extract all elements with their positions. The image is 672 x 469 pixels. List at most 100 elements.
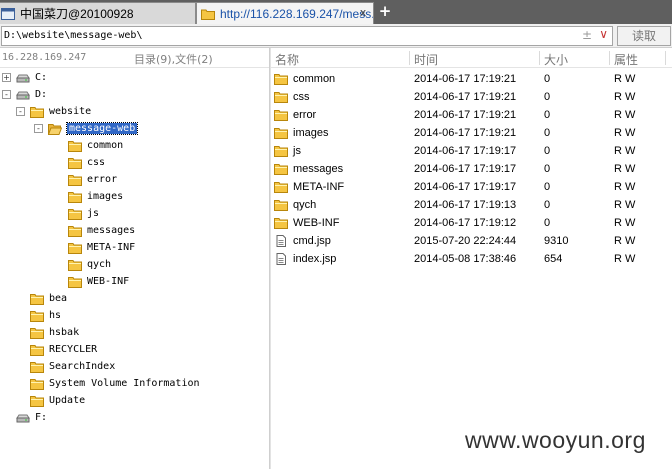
expander-toggle[interactable]: + xyxy=(2,73,11,82)
tree-node[interactable]: System Volume Information xyxy=(16,375,200,392)
folder-open-icon xyxy=(48,123,62,135)
folder-icon xyxy=(274,110,288,121)
file-name: images xyxy=(293,127,329,139)
tree-node[interactable]: META-INF xyxy=(54,239,135,256)
tree-node[interactable]: + C: xyxy=(2,69,47,86)
file-attr: R W xyxy=(614,91,636,103)
tree-node[interactable]: hs xyxy=(16,307,61,324)
folder-icon xyxy=(30,293,44,305)
tree-node[interactable]: qych xyxy=(54,256,111,273)
file-row[interactable]: META-INF 2014-06-17 17:19:17 0 R W xyxy=(271,178,672,196)
host-ip: 16.228.169.247 xyxy=(2,52,87,63)
tree-node-label: D: xyxy=(35,89,48,100)
tree-node-label: images xyxy=(87,191,124,202)
tree-node[interactable]: SearchIndex xyxy=(16,358,115,375)
expander-toggle[interactable]: - xyxy=(2,90,11,99)
file-name: qych xyxy=(293,199,317,211)
tree-node[interactable]: common xyxy=(54,137,123,154)
file-row[interactable]: index.jsp 2014-05-08 17:38:46 654 R W xyxy=(271,250,672,268)
folder-icon xyxy=(30,327,44,339)
folder-icon xyxy=(201,9,215,20)
path-value: D:\website\message-web\ xyxy=(4,30,143,41)
file-attr: R W xyxy=(614,217,636,229)
file-size: 0 xyxy=(544,181,551,193)
tree-node-label: Update xyxy=(49,395,86,406)
file-time: 2014-06-17 17:19:21 xyxy=(414,109,517,121)
window-icon xyxy=(1,7,15,20)
folder-icon xyxy=(274,182,288,193)
tree-node[interactable]: bea xyxy=(16,290,67,307)
folder-icon xyxy=(274,92,288,103)
tree-node[interactable]: images xyxy=(54,188,123,205)
tree-node-label: WEB-INF xyxy=(87,276,130,287)
tree-node[interactable]: Update xyxy=(16,392,85,409)
column-header-time[interactable]: 时间 xyxy=(414,51,438,68)
folder-icon xyxy=(30,310,44,322)
column-header-attr[interactable]: 属性 xyxy=(614,51,638,68)
file-name: messages xyxy=(293,163,344,175)
tab-chopper-home[interactable]: 中国菜刀@20100928 xyxy=(0,2,196,24)
folder-icon xyxy=(68,242,82,254)
file-name: js xyxy=(293,145,301,157)
tree-node[interactable]: F: xyxy=(2,409,47,426)
file-row[interactable]: qych 2014-06-17 17:19:13 0 R W xyxy=(271,196,672,214)
file-time: 2014-06-17 17:19:13 xyxy=(414,199,517,211)
file-size: 654 xyxy=(544,253,563,265)
tree-node[interactable]: hsbak xyxy=(16,324,79,341)
folder-icon xyxy=(274,146,288,157)
file-row[interactable]: messages 2014-06-17 17:19:17 0 R W xyxy=(271,160,672,178)
folder-icon xyxy=(68,225,82,237)
close-icon[interactable]: x xyxy=(357,7,369,19)
file-row[interactable]: js 2014-06-17 17:19:17 0 R W xyxy=(271,142,672,160)
file-size: 0 xyxy=(544,91,551,103)
path-input[interactable]: D:\website\message-web\ ± ∨ xyxy=(1,26,613,46)
folder-icon xyxy=(274,218,288,229)
file-size: 0 xyxy=(544,217,551,229)
tree-node[interactable]: - website xyxy=(16,103,91,120)
file-time: 2014-05-08 17:38:46 xyxy=(414,253,517,265)
tree-node[interactable]: messages xyxy=(54,222,135,239)
add-tab-button[interactable]: + xyxy=(378,3,392,19)
tree-node[interactable]: - D: xyxy=(2,86,47,103)
file-size: 0 xyxy=(544,163,551,175)
file-row[interactable]: css 2014-06-17 17:19:21 0 R W xyxy=(271,88,672,106)
chevron-down-icon[interactable]: ∨ xyxy=(599,27,608,41)
bookmark-add-icon[interactable]: ± xyxy=(582,28,592,42)
file-attr: R W xyxy=(614,235,636,247)
tree-node[interactable]: error xyxy=(54,171,117,188)
column-header-name[interactable]: 名称 xyxy=(275,51,299,68)
file-row[interactable]: WEB-INF 2014-06-17 17:19:12 0 R W xyxy=(271,214,672,232)
folder-icon xyxy=(68,174,82,186)
tree-node[interactable]: - message-web xyxy=(34,120,139,137)
status-bar: 16.228.169.247 目录(9),文件(2) xyxy=(0,48,270,68)
expander-toggle[interactable]: - xyxy=(34,124,43,133)
file-attr: R W xyxy=(614,199,636,211)
watermark: www.wooyun.org xyxy=(465,427,646,453)
file-attr: R W xyxy=(614,253,636,265)
tree-node-label: message-web xyxy=(65,122,139,135)
tree-node-label: hs xyxy=(49,310,62,321)
file-row[interactable]: common 2014-06-17 17:19:21 0 R W xyxy=(271,70,672,88)
folder-icon xyxy=(30,378,44,390)
file-row[interactable]: cmd.jsp 2015-07-20 22:24:44 9310 R W xyxy=(271,232,672,250)
folder-icon xyxy=(68,259,82,271)
read-button[interactable]: 读取 xyxy=(617,26,671,46)
tree-node[interactable]: js xyxy=(54,205,99,222)
file-row[interactable]: error 2014-06-17 17:19:21 0 R W xyxy=(271,106,672,124)
tree-node[interactable]: WEB-INF xyxy=(54,273,129,290)
file-row[interactable]: images 2014-06-17 17:19:21 0 R W xyxy=(271,124,672,142)
drive-icon xyxy=(16,74,30,82)
address-bar: D:\website\message-web\ ± ∨ 读取 xyxy=(0,24,672,48)
tab-label: 中国菜刀@20100928 xyxy=(20,7,134,21)
file-name: common xyxy=(293,73,336,85)
file-attr: R W xyxy=(614,145,636,157)
file-time: 2014-06-17 17:19:21 xyxy=(414,91,517,103)
tree-node[interactable]: RECYCLER xyxy=(16,341,97,358)
folder-icon xyxy=(274,164,288,175)
file-name: error xyxy=(293,109,317,121)
expander-toggle[interactable]: - xyxy=(16,107,25,116)
column-header-size[interactable]: 大小 xyxy=(544,51,568,68)
tab-remote-url[interactable]: http://116.228.169.247/mess... x xyxy=(196,2,374,24)
file-time: 2015-07-20 22:24:44 xyxy=(414,235,517,247)
tree-node[interactable]: css xyxy=(54,154,105,171)
